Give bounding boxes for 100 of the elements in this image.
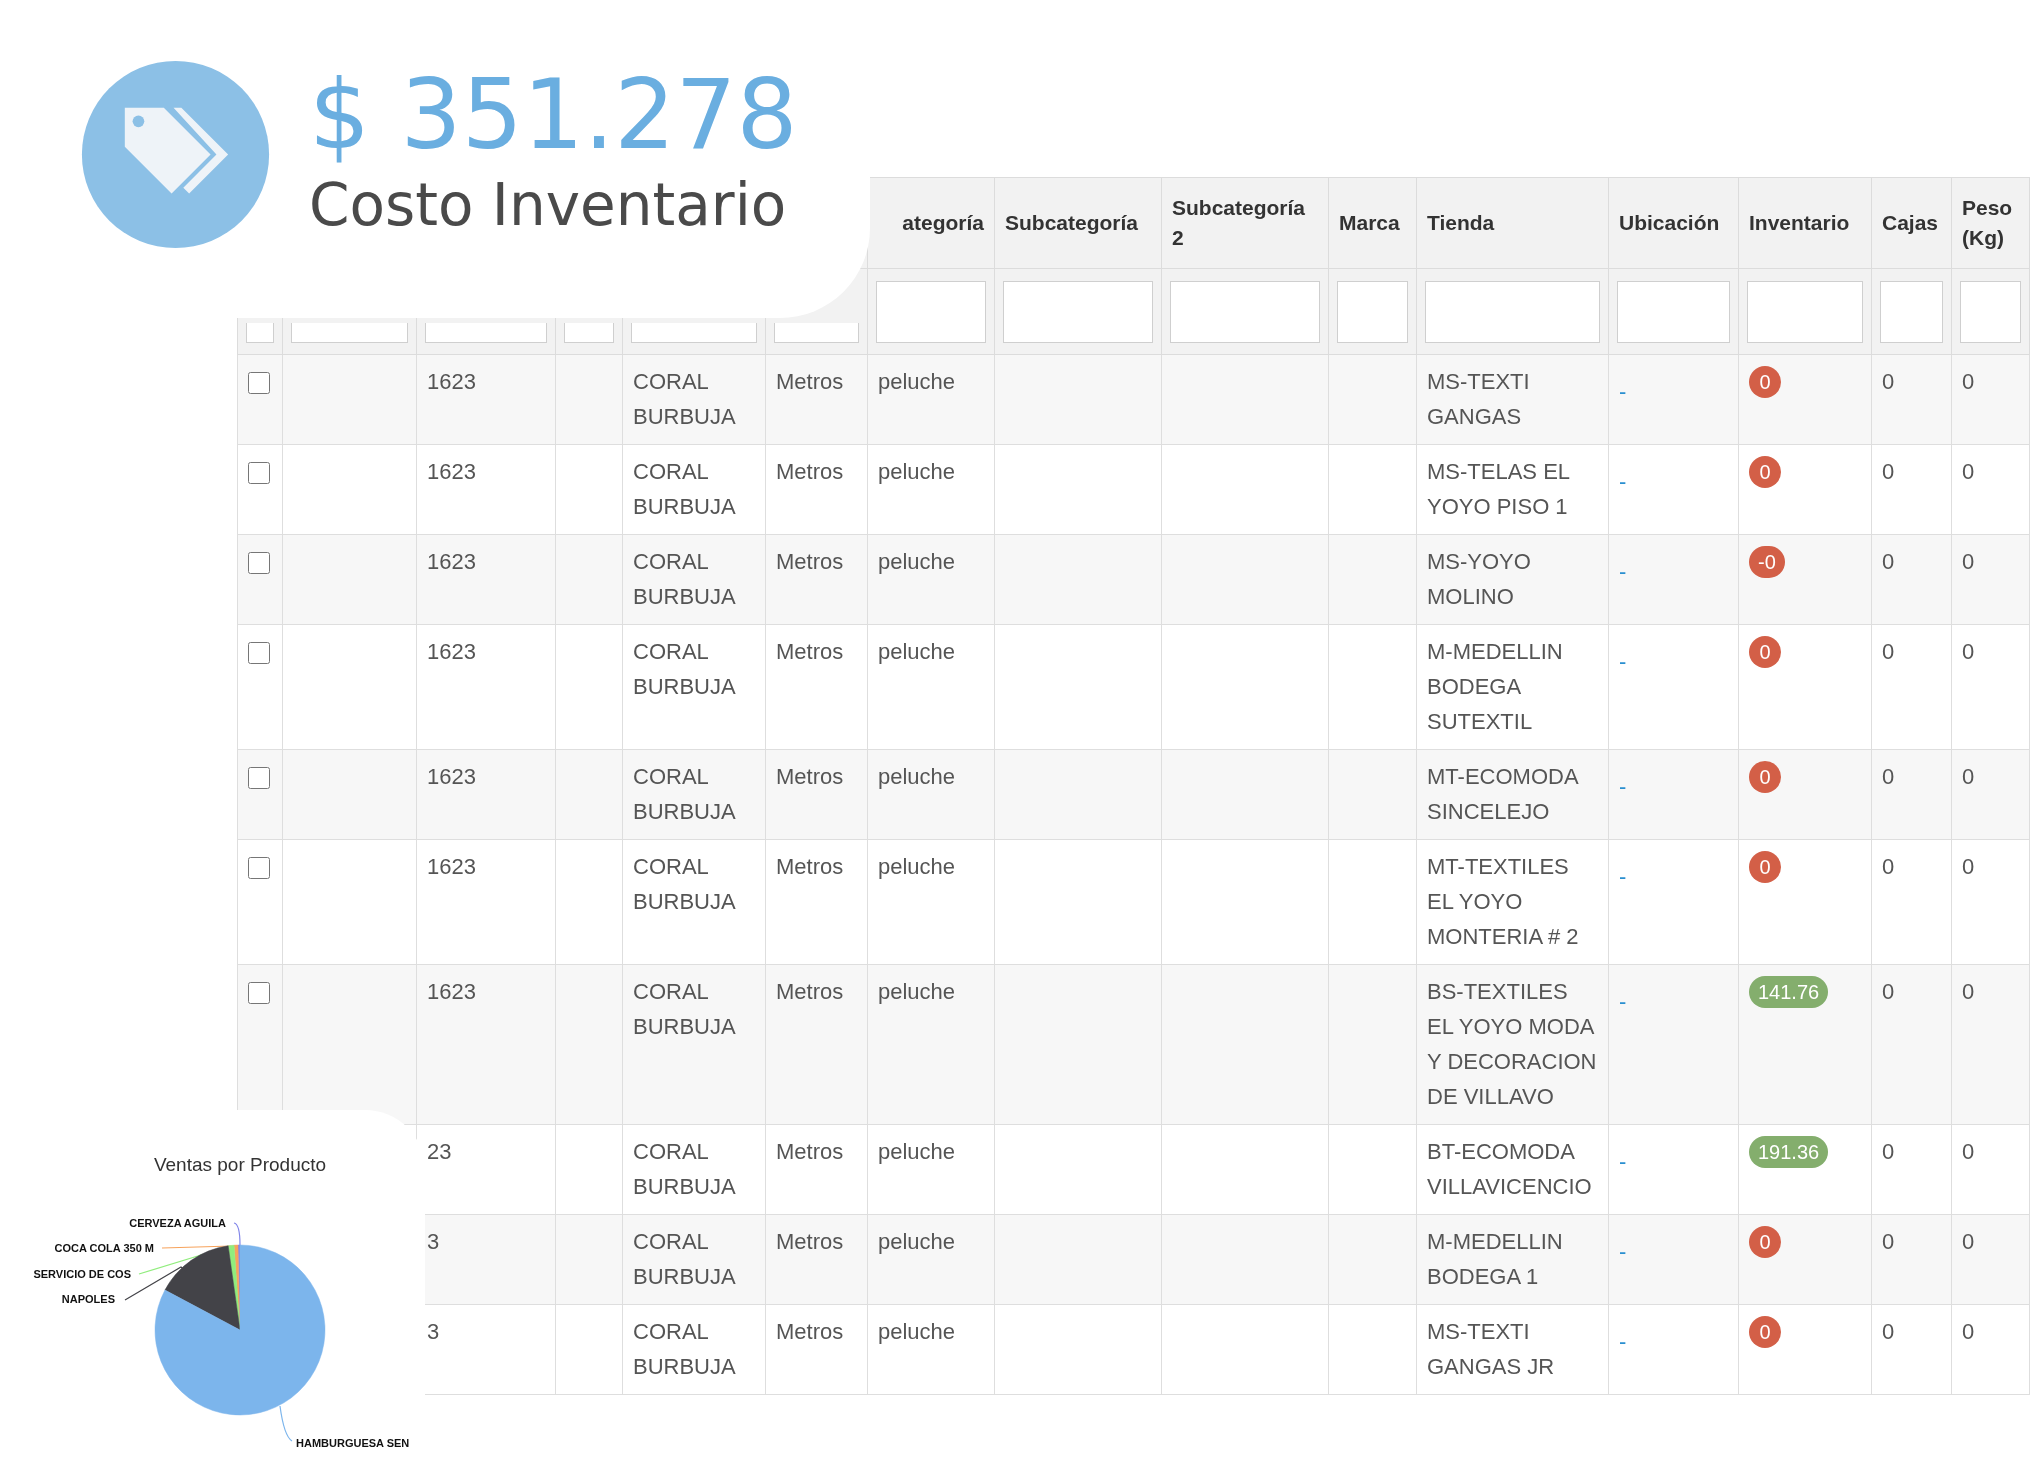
unit-text: Metros [776, 1139, 844, 1164]
filter-input[interactable] [564, 322, 614, 343]
location-link[interactable]: - [1619, 644, 1627, 679]
boxes-value: 0 [1882, 764, 1895, 789]
inventory-badge: 0 [1749, 636, 1781, 668]
filter-input[interactable] [1880, 280, 1943, 343]
product-code: 23 [427, 1139, 452, 1164]
boxes-value: 0 [1882, 459, 1895, 484]
location-link[interactable]: - [1619, 769, 1627, 804]
slice-label: HAMBURGUESA SEN [296, 1437, 410, 1449]
row-checkbox[interactable] [248, 462, 270, 484]
unit-text: Metros [776, 979, 844, 1004]
product-code: 1623 [427, 549, 476, 574]
inventory-badge: -0 [1749, 546, 1785, 578]
unit-text: Metros [776, 1229, 844, 1254]
product-name: CORAL BURBUJA [633, 1229, 736, 1289]
category-text: peluche [878, 369, 956, 394]
product-name: CORAL BURBUJA [633, 459, 736, 519]
filter-input[interactable] [1337, 280, 1408, 343]
category-text: peluche [878, 1319, 956, 1344]
store-name: MS-TEXTI GANGAS [1427, 369, 1530, 429]
chart-title: Ventas por Producto [153, 1154, 327, 1175]
product-name: CORAL BURBUJA [633, 549, 736, 609]
product-code: 1623 [427, 459, 476, 484]
inventory-badge: 0 [1749, 456, 1781, 488]
filter-input[interactable] [291, 322, 408, 343]
row-checkbox[interactable] [248, 552, 270, 574]
filter-input[interactable] [246, 322, 274, 343]
unit-text: Metros [776, 1319, 844, 1344]
filter-input[interactable] [425, 322, 547, 343]
slice-label: COCA COLA 350 M [54, 1242, 154, 1254]
boxes-value: 0 [1882, 639, 1895, 664]
location-link[interactable]: - [1619, 1324, 1627, 1359]
store-name: MS-YOYO MOLINO [1427, 549, 1531, 609]
product-code: 1623 [427, 854, 476, 879]
boxes-value: 0 [1882, 979, 1895, 1004]
category-text: peluche [878, 1139, 956, 1164]
weight-value: 0 [1962, 1229, 1975, 1254]
boxes-value: 0 [1882, 1229, 1895, 1254]
product-code: 3 [427, 1319, 440, 1344]
store-name: BS-TEXTILES EL YOYO MODA Y DECORACION DE VILLAVO [1427, 979, 1597, 1109]
category-text: peluche [878, 549, 956, 574]
location-link[interactable]: - [1619, 984, 1627, 1019]
weight-value: 0 [1962, 639, 1975, 664]
product-name: CORAL BURBUJA [633, 639, 736, 699]
location-link[interactable]: - [1619, 859, 1627, 894]
row-checkbox[interactable] [248, 982, 270, 1004]
inventory-badge: 0 [1749, 761, 1781, 793]
inventory-badge: 0 [1749, 851, 1781, 883]
store-name: MS-TELAS EL YOYO PISO 1 [1427, 459, 1570, 519]
unit-text: Metros [776, 639, 844, 664]
store-name: M-MEDELLIN BODEGA SUTEXTIL [1427, 639, 1563, 734]
row-checkbox[interactable] [248, 857, 270, 879]
product-code: 1623 [427, 979, 476, 1004]
product-code: 3 [427, 1229, 440, 1254]
category-text: peluche [878, 979, 956, 1004]
weight-value: 0 [1962, 764, 1975, 789]
location-link[interactable]: - [1619, 1144, 1627, 1179]
weight-value: 0 [1962, 1139, 1975, 1164]
row-checkbox[interactable] [248, 372, 270, 394]
filter-input[interactable] [1960, 280, 2021, 343]
filter-input[interactable] [1617, 280, 1730, 343]
filter-input[interactable] [1425, 280, 1600, 343]
category-text: peluche [878, 854, 956, 879]
inventory-badge: 0 [1749, 1226, 1781, 1258]
weight-value: 0 [1962, 369, 1975, 394]
unit-text: Metros [776, 549, 844, 574]
filter-input[interactable] [631, 322, 757, 343]
category-text: peluche [878, 764, 956, 789]
unit-text: Metros [776, 369, 844, 394]
store-name: MT-ECOMODA SINCELEJO [1427, 764, 1578, 824]
product-name: CORAL BURBUJA [633, 1139, 736, 1199]
slice-label: CERVEZA AGUILA [129, 1217, 226, 1229]
store-name: BT-ECOMODA VILLAVICENCIO [1427, 1139, 1592, 1199]
row-checkbox[interactable] [248, 642, 270, 664]
location-link[interactable]: - [1619, 374, 1627, 409]
location-link[interactable]: - [1619, 464, 1627, 499]
location-link[interactable]: - [1619, 1234, 1627, 1269]
filter-input[interactable] [774, 322, 859, 343]
filter-input[interactable] [1003, 280, 1153, 343]
product-name: CORAL BURBUJA [633, 1319, 736, 1379]
boxes-value: 0 [1882, 549, 1895, 574]
product-name: CORAL BURBUJA [633, 854, 736, 914]
filter-input[interactable] [876, 280, 986, 343]
inventory-badge: 0 [1749, 1316, 1781, 1348]
row-checkbox[interactable] [248, 767, 270, 789]
category-text: peluche [878, 459, 956, 484]
store-name: M-MEDELLIN BODEGA 1 [1427, 1229, 1563, 1289]
boxes-value: 0 [1882, 1139, 1895, 1164]
filter-input[interactable] [1170, 280, 1320, 343]
boxes-value: 0 [1882, 369, 1895, 394]
product-name: CORAL BURBUJA [633, 979, 736, 1039]
boxes-value: 0 [1882, 854, 1895, 879]
location-link[interactable]: - [1619, 554, 1627, 589]
product-code: 1623 [427, 369, 476, 394]
product-code: 1623 [427, 764, 476, 789]
store-name: MS-TEXTI GANGAS JR [1427, 1319, 1555, 1379]
filter-input[interactable] [1747, 280, 1863, 343]
store-name: MT-TEXTILES EL YOYO MONTERIA # 2 [1427, 854, 1579, 949]
unit-text: Metros [776, 459, 844, 484]
